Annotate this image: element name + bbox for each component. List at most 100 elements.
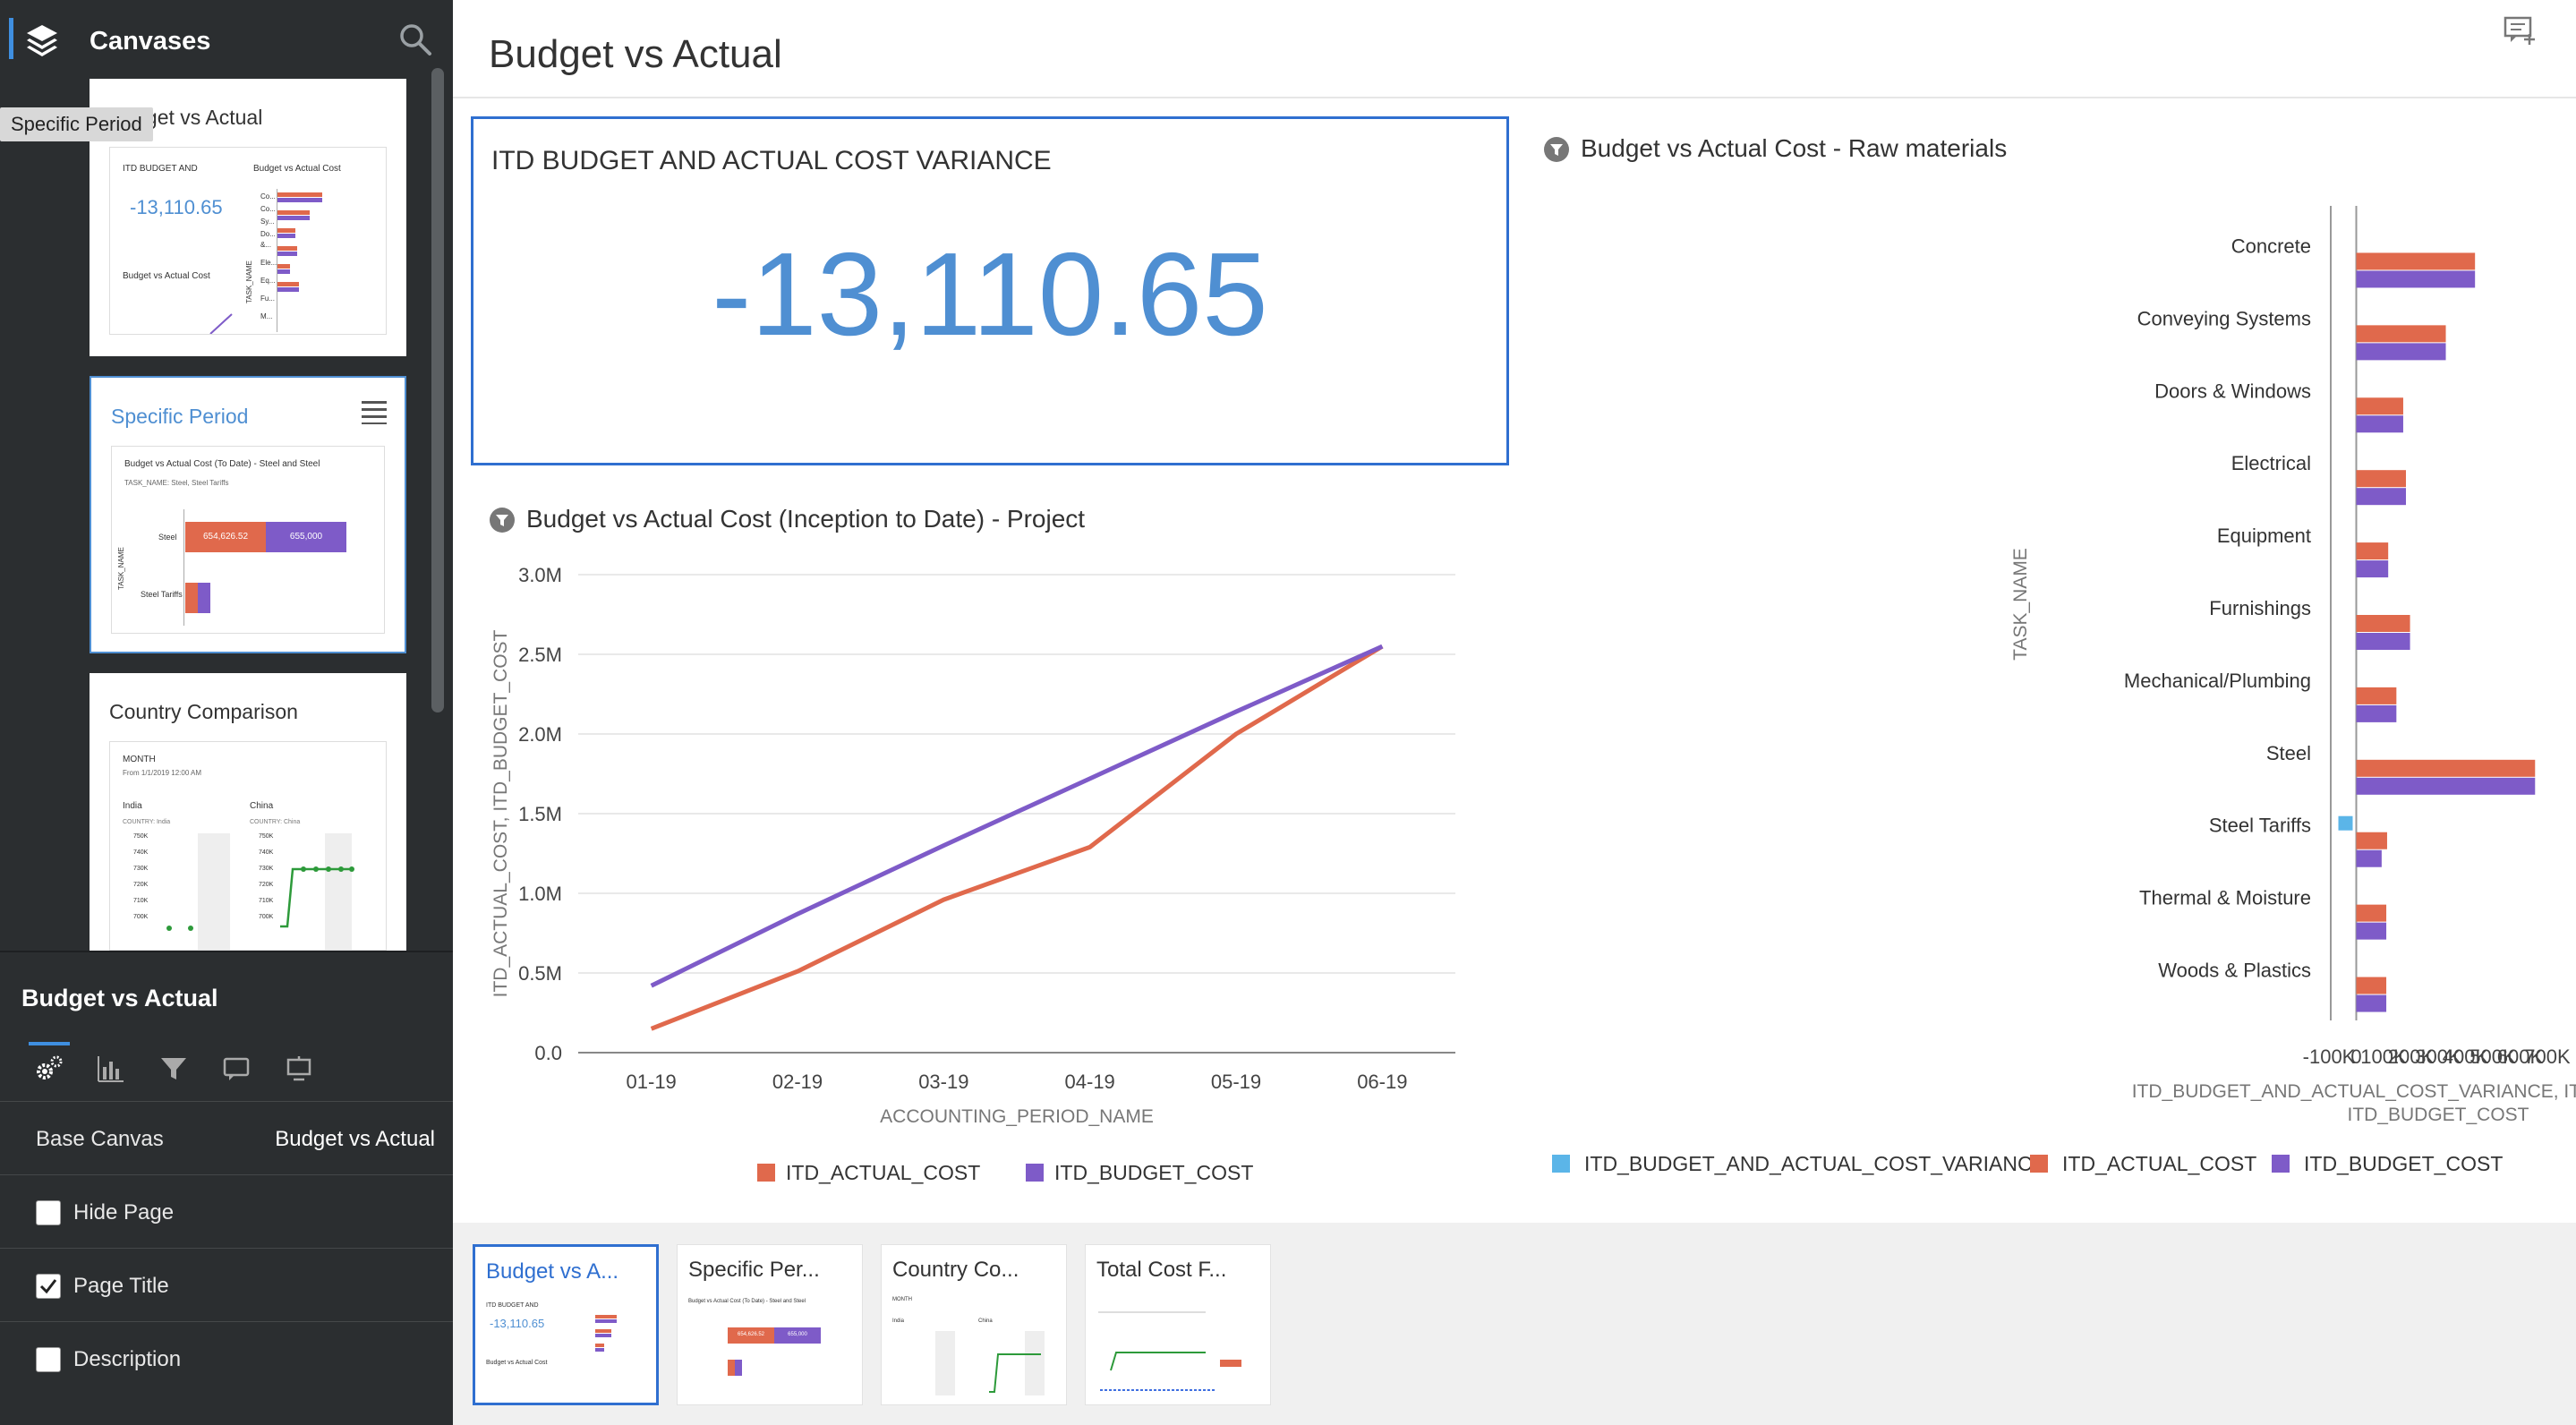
canvas-tab-total-cost[interactable]: Total Cost F... <box>1085 1244 1271 1405</box>
bar-actual <box>2356 542 2389 560</box>
category-label: Mechanical/Plumbing <box>2124 670 2311 692</box>
y-tick-label: 2.5M <box>518 644 562 666</box>
canvas-tab-country-comparison[interactable]: Country Co... MONTH India China <box>881 1244 1067 1405</box>
page-title-row[interactable]: Page Title <box>0 1248 453 1321</box>
mini-tick: 700K <box>259 914 274 920</box>
y-tick-label: 2.0M <box>518 723 562 746</box>
properties-title: Budget vs Actual <box>21 985 218 1011</box>
canvas-tab-label: Country Co... <box>892 1258 1019 1282</box>
mini-tick: 720K <box>259 882 274 888</box>
x-tick-label: 02-19 <box>772 1071 823 1093</box>
mini-month-label: MONTH <box>892 1297 912 1302</box>
series-line-itd_budget_cost <box>650 644 1384 988</box>
base-canvas-value[interactable]: Budget vs Actual <box>275 1127 435 1152</box>
mini-bar: 654,626.52 <box>185 522 266 552</box>
mini-line-chart <box>1100 1352 1215 1391</box>
filter-icon[interactable] <box>158 1053 190 1085</box>
mini-kpi-label: ITD BUDGET AND <box>123 164 198 174</box>
mini-bar <box>277 264 290 269</box>
canvas-main: Budget vs Actual ITD BUDGET AND ACTUAL C… <box>453 0 2576 1425</box>
filter-icon[interactable] <box>489 507 516 533</box>
mini-kpi-value: -13,110.65 <box>130 196 223 218</box>
mini-row-label: Do... <box>260 230 276 238</box>
x-tick-label: 01-19 <box>627 1071 677 1093</box>
bar-chart-icon[interactable] <box>95 1053 127 1085</box>
hide-page-row[interactable]: Hide Page <box>0 1174 453 1248</box>
filter-icon[interactable] <box>1543 136 1570 163</box>
canvas-thumbnail-preview: ITD BUDGET AND -13,110.65 Budget vs Actu… <box>109 147 387 335</box>
mini-chart-title: Budget vs Actual Cost (To Date) - Steel … <box>688 1299 806 1304</box>
canvas-tab-specific-period[interactable]: Specific Per... Budget vs Actual Cost (T… <box>677 1244 863 1405</box>
mini-tick: 750K <box>133 833 149 840</box>
bar-actual <box>2356 615 2410 632</box>
mini-axis-line <box>183 509 184 626</box>
category-label: Furnishings <box>2209 597 2311 619</box>
mini-bar <box>728 1360 735 1376</box>
page-title-checkbox[interactable] <box>36 1274 61 1299</box>
settings-gears-icon[interactable] <box>32 1053 64 1085</box>
page-title-label: Page Title <box>73 1274 169 1298</box>
mini-china-label: China <box>978 1318 993 1324</box>
search-icon[interactable] <box>397 21 433 57</box>
kpi-value: -13,110.65 <box>712 228 1268 360</box>
category-label: Doors & Windows <box>2154 380 2311 402</box>
bar-actual <box>2356 832 2387 849</box>
mini-row-label: &... <box>260 241 272 249</box>
bar-budget <box>2356 488 2407 506</box>
legend-swatch <box>757 1164 775 1182</box>
mini-tick: 740K <box>133 849 149 856</box>
base-canvas-row[interactable]: Base Canvas Budget vs Actual <box>0 1101 453 1174</box>
bar-budget <box>2356 633 2410 650</box>
mini-country-china: COUNTRY: China <box>250 819 301 825</box>
canvas-tab-budget-vs-actual[interactable]: Budget vs A... ITD BUDGET AND -13,110.65… <box>473 1244 659 1405</box>
mini-bar <box>277 252 297 256</box>
canvas-list-panel: Canvases Budget vs Actual ITD BUDGET AND… <box>0 0 453 951</box>
y-tick-label: 1.5M <box>518 803 562 825</box>
comment-icon[interactable] <box>220 1053 252 1085</box>
y-tick-label: 0.0 <box>534 1042 562 1064</box>
kpi-tile[interactable]: ITD BUDGET AND ACTUAL COST VARIANCE -13,… <box>471 116 1509 465</box>
bar-chart[interactable]: Concrete Conveying Systems Doors & Windows… <box>1527 179 2576 1199</box>
x-axis-title: ACCOUNTING_PERIOD_NAME <box>880 1106 1154 1127</box>
mini-tick: 720K <box>133 882 149 888</box>
mini-row-label: M... <box>260 312 273 320</box>
category-label: Woods & Plastics <box>2158 960 2311 982</box>
mini-tick: 730K <box>259 866 274 872</box>
description-row[interactable]: Description <box>0 1321 453 1395</box>
hamburger-menu-icon[interactable] <box>360 399 388 424</box>
legend-label: ITD_ACTUAL_COST <box>2062 1152 2256 1175</box>
description-checkbox[interactable] <box>36 1347 61 1372</box>
mini-bar <box>185 583 198 613</box>
bar-budget <box>2356 343 2446 361</box>
canvas-thumbnail-country-comparison[interactable]: Country Comparison MONTH From 1/1/2019 1… <box>90 673 406 951</box>
mini-tick: 710K <box>259 898 274 904</box>
add-comment-icon[interactable] <box>2503 14 2537 47</box>
bar-actual <box>2356 759 2536 777</box>
y-tick-label: 1.0M <box>518 883 562 905</box>
x-tick-label: 05-19 <box>1211 1071 1261 1093</box>
canvas-list-scrollbar[interactable] <box>431 68 444 712</box>
legend-swatch <box>1552 1155 1570 1173</box>
mini-tick: 730K <box>133 866 149 872</box>
hide-page-checkbox[interactable] <box>36 1200 61 1225</box>
checkmark-icon <box>39 1279 57 1294</box>
mini-axis-label: TASK_NAME <box>245 260 253 303</box>
mini-row-label: Sy... <box>260 218 275 226</box>
sidebar-accent-bar <box>9 18 13 59</box>
presentation-icon[interactable] <box>283 1053 315 1085</box>
canvas-thumbnail-specific-period[interactable]: Specific Period Budget vs Actual Cost (T… <box>90 376 406 653</box>
bar-budget <box>2356 777 2536 795</box>
mini-bar <box>595 1329 611 1333</box>
mini-bar <box>277 282 299 286</box>
legend-swatch <box>2030 1155 2048 1173</box>
y-axis-title: TASK_NAME <box>2010 548 2031 661</box>
mini-kpi-value: -13,110.65 <box>490 1317 545 1330</box>
bar-actual <box>2356 687 2397 704</box>
mini-kpi-label: ITD BUDGET AND <box>486 1302 539 1309</box>
canvas-tab-label: Specific Per... <box>688 1258 820 1282</box>
mini-bar <box>277 246 297 251</box>
layers-icon[interactable] <box>23 21 61 59</box>
bar-actual <box>2356 904 2387 922</box>
line-chart[interactable]: 0.0 0.5M 1.0M 1.5M 2.0M 2.5M 3.0M 01-19 02-19 03-… <box>471 546 1509 1199</box>
category-label: Conveying Systems <box>2137 307 2311 329</box>
